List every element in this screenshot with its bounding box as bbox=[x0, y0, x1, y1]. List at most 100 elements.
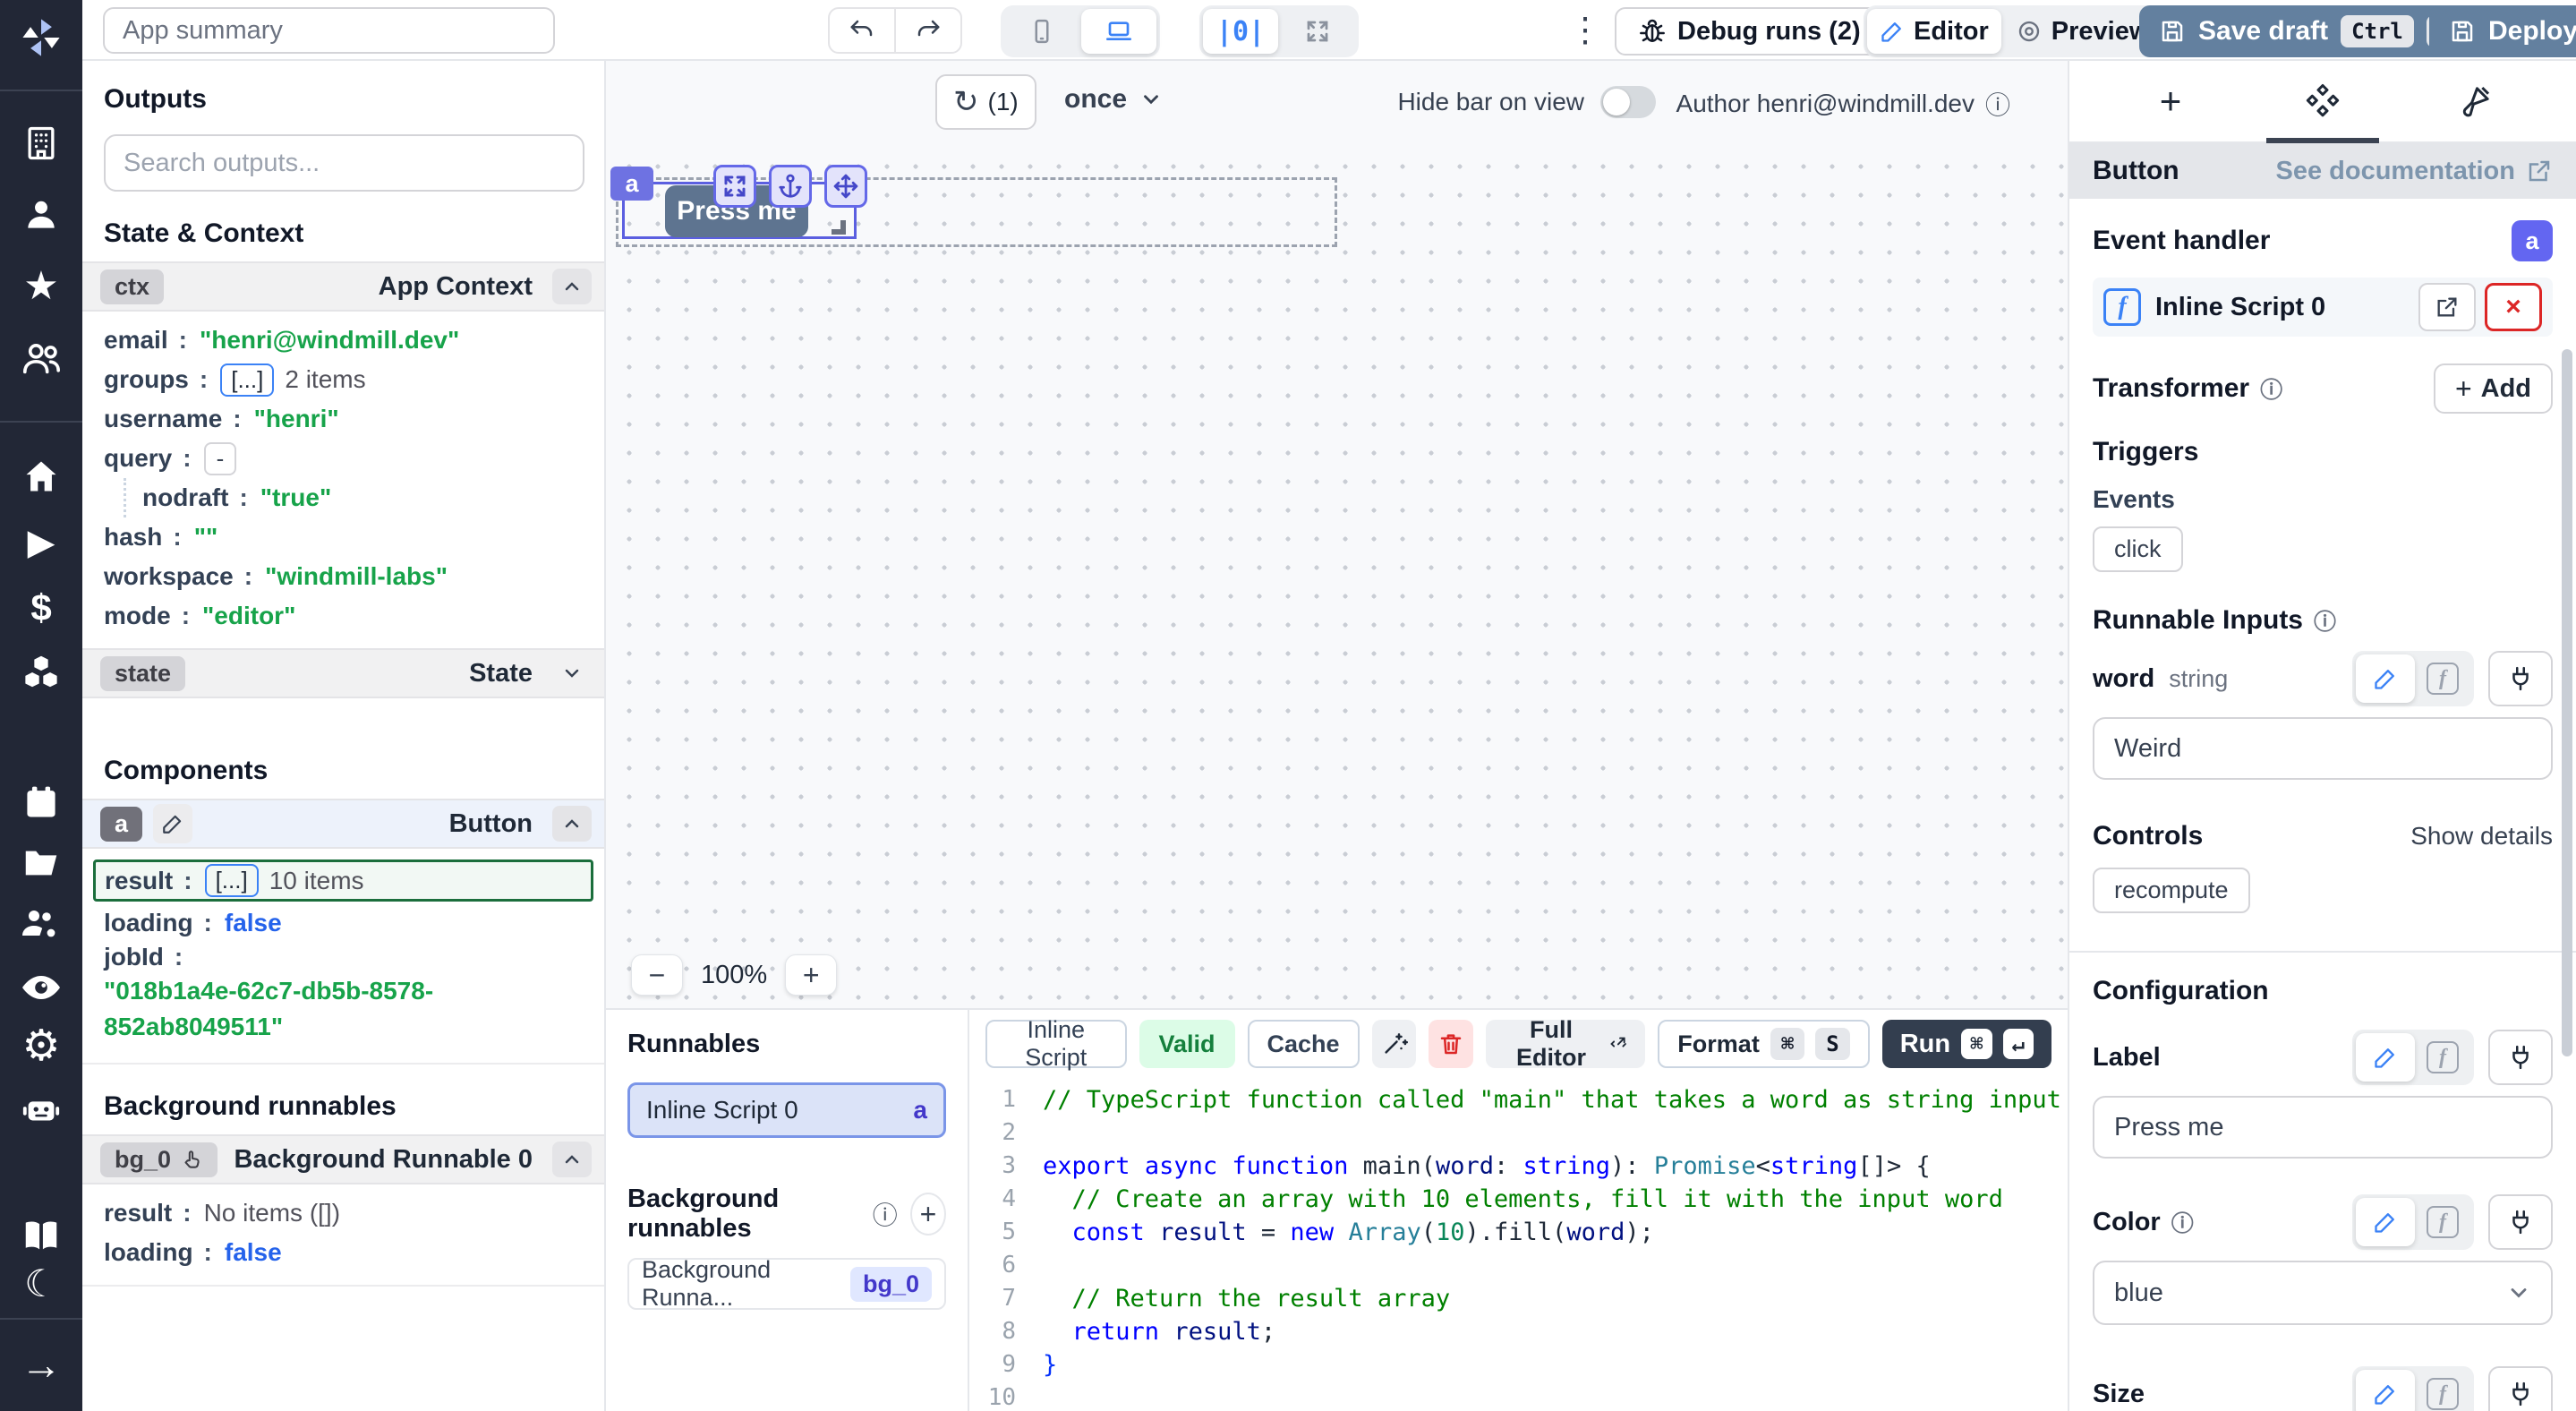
output-row-result: result:No items ([]) bbox=[104, 1193, 583, 1233]
chevron-up-icon[interactable] bbox=[552, 269, 592, 304]
chevron-down-icon[interactable] bbox=[552, 655, 592, 691]
star-icon[interactable]: ★ bbox=[0, 263, 82, 310]
bg0-header[interactable]: bg_0 Background Runnable 0 bbox=[82, 1134, 604, 1184]
info-icon[interactable]: ⓘ bbox=[2171, 1206, 2194, 1238]
right-panel-scrollbar[interactable] bbox=[2562, 349, 2572, 1056]
tab-component-settings[interactable] bbox=[2273, 61, 2372, 141]
eval-mode-button[interactable]: f bbox=[2415, 1033, 2470, 1082]
ctx-header[interactable]: ctx App Context bbox=[82, 261, 604, 312]
users-icon[interactable] bbox=[0, 335, 82, 381]
app-canvas[interactable]: a Press me − 100% + bbox=[606, 143, 2068, 1008]
inline-script-tab[interactable]: Inline Script bbox=[985, 1020, 1127, 1068]
add-transformer-button[interactable]: + Add bbox=[2434, 363, 2553, 414]
rename-component-button[interactable] bbox=[153, 804, 192, 843]
expand-sidebar-arrow-icon[interactable]: → bbox=[0, 1341, 82, 1388]
show-details-link[interactable]: Show details bbox=[2410, 822, 2553, 851]
runnable-item-selected[interactable]: Inline Script 0 a bbox=[627, 1082, 946, 1138]
connect-input-button[interactable] bbox=[2488, 1030, 2553, 1085]
refresh-button[interactable]: ↻ (1) bbox=[935, 74, 1036, 130]
tab-preview[interactable]: Preview bbox=[2003, 9, 2162, 54]
search-outputs-input[interactable] bbox=[104, 134, 584, 192]
format-button[interactable]: Format ⌘ S bbox=[1658, 1020, 1869, 1068]
color-select[interactable]: blue bbox=[2093, 1261, 2553, 1325]
info-icon[interactable]: ⓘ bbox=[873, 1196, 898, 1232]
state-header[interactable]: state State bbox=[82, 648, 604, 698]
attached-script-row[interactable]: f Inline Script 0 × bbox=[2093, 278, 2553, 337]
open-script-button[interactable] bbox=[2418, 283, 2476, 331]
app-summary-input[interactable] bbox=[103, 7, 555, 54]
connect-input-button[interactable] bbox=[2488, 1366, 2553, 1411]
full-editor-button[interactable]: Full Editor bbox=[1486, 1020, 1645, 1068]
zoom-out-button[interactable]: − bbox=[631, 954, 683, 996]
tab-editor[interactable]: Editor bbox=[1867, 9, 2001, 54]
eval-mode-button[interactable]: f bbox=[2415, 654, 2470, 703]
spacing-view-button[interactable]: |0| bbox=[1203, 9, 1278, 54]
buildings-icon[interactable] bbox=[0, 120, 82, 167]
code-editor[interactable]: 1// TypeScript function called "main" th… bbox=[969, 1078, 2068, 1411]
dollar-icon[interactable]: $ bbox=[0, 585, 82, 631]
info-icon[interactable]: ⓘ bbox=[1985, 86, 2010, 122]
expand-object-button[interactable]: - bbox=[204, 442, 237, 475]
chevron-up-icon[interactable] bbox=[552, 1142, 592, 1177]
expand-array-button[interactable]: [...] bbox=[220, 363, 274, 397]
user-settings-icon[interactable] bbox=[0, 902, 82, 948]
static-mode-button[interactable] bbox=[2356, 1033, 2415, 1082]
fullscreen-button[interactable] bbox=[1280, 9, 1355, 54]
folder-icon[interactable] bbox=[0, 840, 82, 886]
label-value-input[interactable] bbox=[2093, 1096, 2553, 1159]
eval-mode-button[interactable]: f bbox=[2415, 1370, 2470, 1411]
mobile-view-button[interactable] bbox=[1004, 9, 1079, 54]
tab-styling[interactable] bbox=[2426, 61, 2524, 141]
cubes-icon[interactable] bbox=[0, 649, 82, 696]
run-button[interactable]: Run ⌘ ↵ bbox=[1882, 1020, 2051, 1068]
anchor-handle[interactable] bbox=[769, 165, 812, 208]
eval-mode-button[interactable]: f bbox=[2415, 1198, 2470, 1246]
robot-icon[interactable] bbox=[0, 1086, 82, 1133]
static-mode-button[interactable] bbox=[2356, 1198, 2415, 1246]
expand-array-button[interactable]: [...] bbox=[205, 864, 259, 897]
expand-handle[interactable] bbox=[713, 165, 756, 208]
calendar-icon[interactable] bbox=[0, 779, 82, 825]
schedule-select[interactable]: once bbox=[1064, 84, 1163, 115]
zoom-in-button[interactable]: + bbox=[785, 954, 837, 996]
book-icon[interactable] bbox=[0, 1212, 82, 1259]
add-background-runnable-button[interactable]: + bbox=[910, 1193, 946, 1236]
play-icon[interactable]: ▶ bbox=[0, 519, 82, 566]
redo-button[interactable] bbox=[894, 9, 960, 52]
transformer-row: Transformer ⓘ + Add bbox=[2093, 363, 2553, 414]
windmill-logo-icon[interactable] bbox=[0, 13, 82, 63]
more-menu-button[interactable]: ⋮ bbox=[1561, 9, 1609, 52]
home-icon[interactable] bbox=[0, 453, 82, 500]
static-mode-button[interactable] bbox=[2356, 654, 2415, 703]
user-icon[interactable] bbox=[0, 192, 82, 238]
delete-script-button[interactable] bbox=[1429, 1020, 1473, 1068]
chevron-up-icon[interactable] bbox=[552, 806, 592, 842]
ai-assistant-button[interactable] bbox=[1372, 1020, 1417, 1068]
moon-icon[interactable]: ☾ bbox=[0, 1262, 82, 1305]
gear-icon[interactable]: ⚙ bbox=[0, 1023, 82, 1070]
debug-runs-button[interactable]: Debug runs (2) bbox=[1615, 7, 1884, 56]
eye-icon[interactable] bbox=[0, 964, 82, 1011]
word-value-input[interactable] bbox=[2093, 717, 2553, 780]
deploy-button[interactable]: Deploy bbox=[2429, 5, 2576, 57]
code-token bbox=[1159, 1315, 1173, 1348]
hide-bar-toggle[interactable] bbox=[1600, 86, 1656, 118]
resize-handle[interactable] bbox=[832, 220, 846, 235]
undo-button[interactable] bbox=[830, 9, 894, 52]
see-documentation-link[interactable]: See documentation bbox=[2276, 157, 2554, 186]
chip-click[interactable]: click bbox=[2093, 526, 2183, 572]
button-component-header[interactable]: a Button bbox=[82, 799, 604, 849]
background-runnable-item[interactable]: Background Runna... bg_0 bbox=[627, 1258, 946, 1310]
info-icon[interactable]: ⓘ bbox=[2260, 372, 2282, 405]
remove-script-button[interactable]: × bbox=[2485, 283, 2542, 331]
info-icon[interactable]: ⓘ bbox=[2314, 604, 2336, 637]
bg0-badge: bg_0 bbox=[100, 1142, 218, 1177]
desktop-view-button[interactable] bbox=[1081, 9, 1156, 54]
connect-input-button[interactable] bbox=[2488, 1194, 2553, 1250]
chip-recompute[interactable]: recompute bbox=[2093, 868, 2250, 913]
connect-input-button[interactable] bbox=[2488, 651, 2553, 706]
tab-insert-component[interactable]: + bbox=[2121, 61, 2220, 141]
cache-button[interactable]: Cache bbox=[1248, 1020, 1360, 1068]
move-handle[interactable] bbox=[824, 165, 867, 208]
static-mode-button[interactable] bbox=[2356, 1370, 2415, 1411]
